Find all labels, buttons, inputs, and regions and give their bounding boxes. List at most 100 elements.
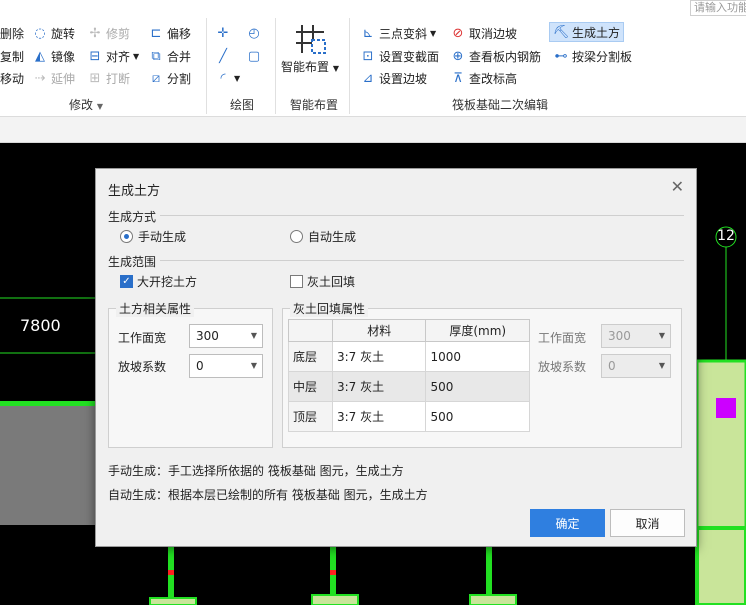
rectangle-icon: ▢: [247, 48, 261, 64]
manual-radio[interactable]: 手动生成: [120, 228, 186, 245]
three-point-slope-label: 三点变斜: [379, 26, 428, 41]
auto-radio[interactable]: 自动生成: [290, 228, 356, 245]
break-label: 打断: [106, 71, 131, 86]
trim-button[interactable]: ✢ 修剪: [87, 23, 130, 43]
row-header: 顶层: [288, 401, 333, 432]
extend-icon: ⇢: [34, 70, 46, 86]
raft-edit-group-label: 筏板基础二次编辑: [452, 98, 549, 112]
split-beam-icon: ⊷: [554, 48, 568, 64]
point-draw-button[interactable]: ✛: [215, 23, 234, 43]
merge-button[interactable]: ⧉ 合并: [148, 46, 191, 66]
rotate-label: 旋转: [51, 26, 76, 41]
search-input[interactable]: 请输入功能: [690, 0, 746, 16]
split-label: 分割: [167, 71, 192, 86]
offset-label: 偏移: [167, 26, 192, 41]
table-row[interactable]: 底层 3:7 灰土 1000: [288, 341, 530, 372]
mirror-icon: ◭: [35, 48, 45, 64]
row-header: 底层: [288, 341, 333, 372]
three-point-slope-button[interactable]: ⊾ 三点变斜 ▼: [360, 23, 437, 43]
cancel-slope-icon: ⊘: [452, 25, 464, 41]
cancel-edge-slope-label: 取消边坡: [469, 26, 518, 41]
rect-draw-button[interactable]: ▢: [246, 46, 265, 66]
chevron-down-icon: ▼: [250, 331, 257, 340]
check-icon: ✓: [120, 275, 133, 288]
move-label: 移动: [0, 71, 25, 86]
set-section-button[interactable]: ⊡ 设置变截面: [360, 46, 439, 66]
cancel-edge-slope-button[interactable]: ⊘ 取消边坡: [450, 23, 517, 43]
backfill-table: 材料 厚度(mm) 底层 3:7 灰土 1000 中层 3:7 灰土 500 顶…: [288, 319, 530, 432]
align-icon: ⊟: [89, 48, 101, 64]
thickness-cell[interactable]: 500: [425, 371, 530, 402]
row-header: 中层: [288, 371, 333, 402]
excavation-checkbox[interactable]: ✓ 大开挖土方: [120, 273, 197, 290]
view-rebar-button[interactable]: ⊕ 查看板内钢筋: [450, 46, 541, 66]
point-icon: ✛: [217, 25, 229, 41]
material-cell[interactable]: 3:7 灰土: [331, 371, 427, 402]
ok-button[interactable]: 确定: [530, 509, 605, 537]
view-elevation-button[interactable]: ⊼ 查改标高: [450, 68, 517, 88]
arc-dropdown-icon: ▼: [234, 73, 241, 83]
close-icon[interactable]: ✕: [671, 177, 684, 196]
thickness-cell[interactable]: 500: [425, 401, 530, 432]
extend-label: 延伸: [51, 71, 76, 86]
gen-earthwork-button[interactable]: ⛏ 生成土方: [549, 22, 625, 42]
split-icon: ⧄: [151, 70, 161, 86]
set-edge-slope-button[interactable]: ⊿ 设置边坡: [360, 68, 427, 88]
copy-label: 复制: [0, 49, 25, 64]
slope-dropdown-icon: ▼: [430, 28, 437, 38]
delete-button[interactable]: 删除: [0, 23, 24, 43]
trim-icon: ✢: [89, 25, 101, 41]
thickness-cell[interactable]: 1000: [425, 341, 530, 372]
table-row[interactable]: 顶层 3:7 灰土 500: [288, 401, 530, 432]
separator: [275, 18, 276, 114]
material-cell[interactable]: 3:7 灰土: [331, 401, 427, 432]
align-button[interactable]: ⊟ 对齐 ▼: [87, 46, 140, 66]
backfill-slope-value: 0: [608, 359, 616, 373]
slope-value: 0: [196, 359, 204, 373]
section-icon: ⊡: [362, 48, 374, 64]
extend-button[interactable]: ⇢ 延伸: [32, 68, 75, 88]
circle-draw-button[interactable]: ◴: [246, 23, 265, 43]
smart-layout-button[interactable]: 智能布置 ▼: [281, 22, 339, 75]
set-section-label: 设置变截面: [379, 49, 440, 64]
split-by-beam-label: 按梁分割板: [572, 49, 633, 64]
table-row[interactable]: 中层 3:7 灰土 500: [288, 371, 530, 402]
smart-layout-label: 智能布置: [281, 60, 330, 74]
arc-draw-button[interactable]: ◜ ▼: [215, 68, 240, 88]
work-width-label: 工作面宽: [118, 331, 167, 345]
break-button[interactable]: ⊞ 打断: [87, 68, 130, 88]
backfill-work-width-select[interactable]: 300 ▼: [601, 324, 671, 348]
material-cell[interactable]: 3:7 灰土: [331, 341, 427, 372]
split-by-beam-button[interactable]: ⊷ 按梁分割板: [553, 46, 633, 66]
backfill-slope-select[interactable]: 0 ▼: [601, 354, 671, 378]
line-icon: ╱: [219, 48, 227, 64]
manual-note: 手动生成：手工选择所依据的 筏板基础 图元，生成土方: [108, 464, 404, 478]
circle-icon: ◴: [248, 25, 260, 41]
delete-label: 删除: [0, 26, 25, 41]
radio-unselected-icon: [290, 230, 303, 243]
slope-select[interactable]: 0 ▼: [189, 354, 263, 378]
move-button[interactable]: 移动: [0, 68, 24, 88]
backfill-label: 灰土回填: [307, 275, 356, 289]
align-dropdown-icon: ▼: [133, 51, 140, 61]
merge-icon: ⧉: [151, 48, 161, 64]
backfill-work-width-label: 工作面宽: [538, 331, 587, 345]
work-width-select[interactable]: 300 ▼: [189, 324, 263, 348]
dialog-title: 生成土方: [108, 184, 161, 199]
line-draw-button[interactable]: ╱: [215, 46, 234, 66]
backfill-work-width-value: 300: [608, 329, 631, 343]
mirror-button[interactable]: ◭ 镜像: [32, 46, 75, 66]
view-elevation-label: 查改标高: [469, 71, 518, 86]
cancel-button[interactable]: 取消: [610, 509, 685, 537]
smart-group-label: 智能布置: [290, 98, 339, 112]
backfill-props-title: 灰土回填属性: [290, 300, 369, 317]
offset-icon: ⊏: [150, 25, 162, 41]
split-button[interactable]: ⧄ 分割: [148, 68, 191, 88]
edge-slope-icon: ⊿: [362, 70, 374, 86]
rotate-button[interactable]: ◌ 旋转: [32, 23, 75, 43]
copy-button[interactable]: 复制: [0, 46, 24, 66]
backfill-checkbox[interactable]: 灰土回填: [290, 273, 355, 290]
manual-radio-label: 手动生成: [138, 230, 187, 244]
offset-button[interactable]: ⊏ 偏移: [148, 23, 191, 43]
set-edge-slope-label: 设置边坡: [379, 71, 428, 86]
